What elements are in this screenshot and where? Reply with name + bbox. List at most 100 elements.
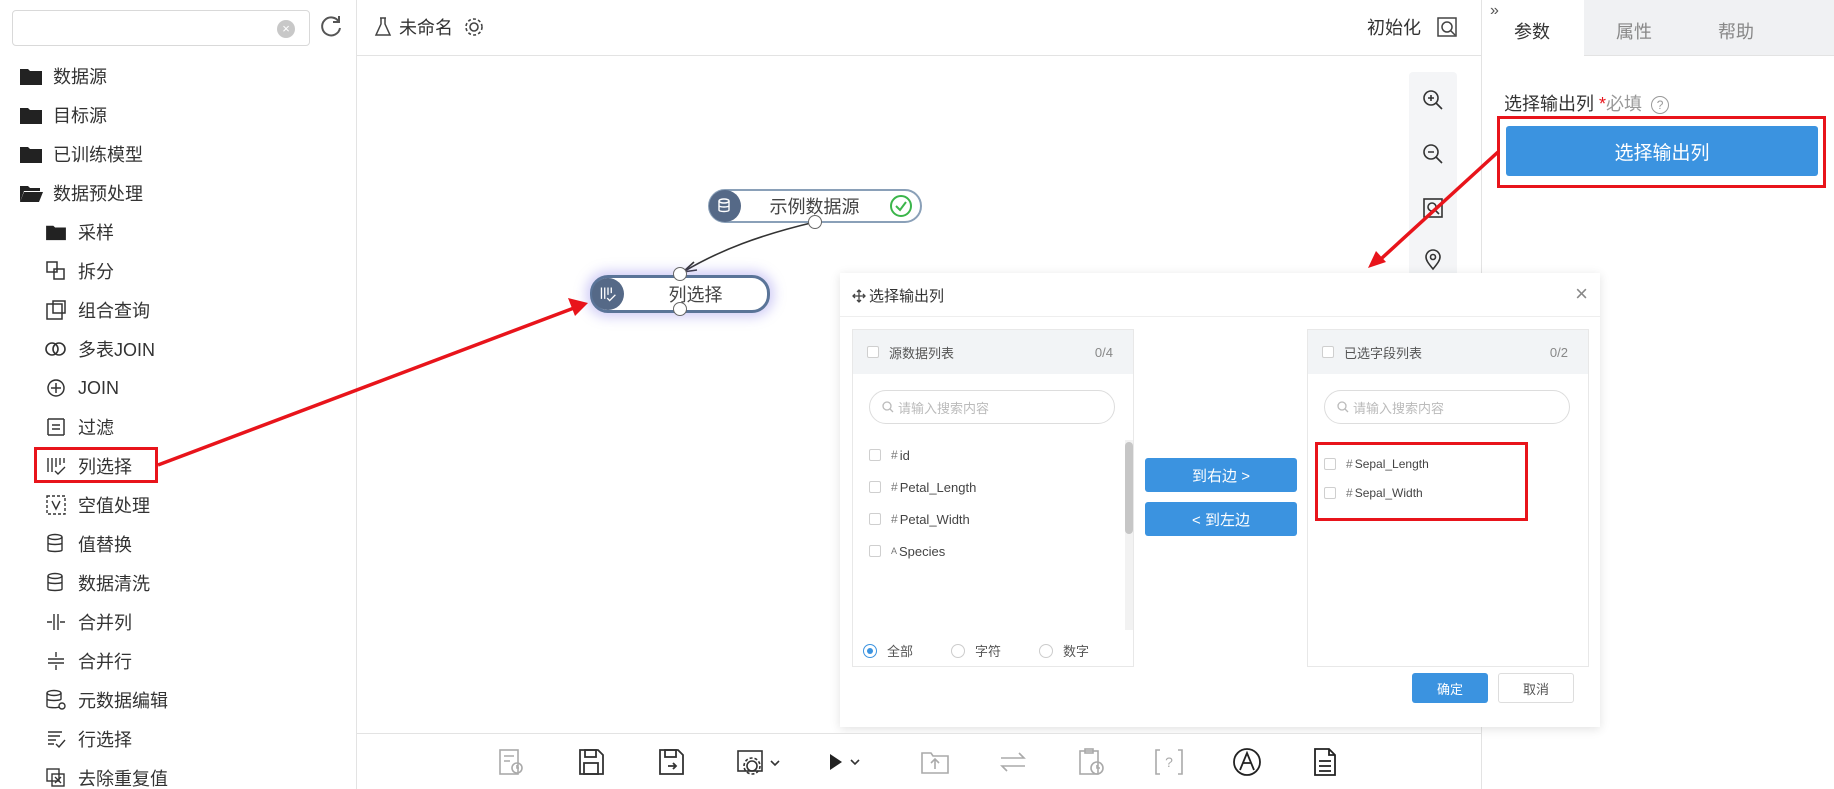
- numeric-type-icon: #: [891, 448, 898, 462]
- svg-text:?: ?: [1165, 754, 1173, 770]
- tree-item-label: 值替换: [78, 535, 132, 555]
- filter-string[interactable]: 字符: [951, 641, 1001, 660]
- select-all-checkbox[interactable]: [867, 346, 879, 358]
- component-sidebar: × 数据源 目标源 已训练模型 数据预处理 采样 拆分 组合查询 多表JOIN …: [0, 0, 357, 789]
- preview-search-icon[interactable]: [1435, 15, 1459, 39]
- selected-list-title: 已选字段列表: [1344, 345, 1423, 361]
- merge-columns-icon: [44, 610, 68, 634]
- tree-folder-preprocessing[interactable]: 数据预处理: [18, 178, 143, 208]
- model-icon[interactable]: [1231, 746, 1263, 778]
- tree-item-combine-query[interactable]: 组合查询: [44, 295, 150, 325]
- ok-button[interactable]: 确定: [1412, 673, 1488, 703]
- success-check-icon: [890, 195, 912, 217]
- filter-number[interactable]: 数字: [1039, 641, 1089, 660]
- select-all-checkbox[interactable]: [1322, 346, 1334, 358]
- zoom-in-icon[interactable]: [1421, 88, 1445, 112]
- clear-icon[interactable]: ×: [277, 20, 295, 38]
- required-text: 必填: [1606, 94, 1643, 114]
- tree-item-merge-rows[interactable]: 合并行: [44, 646, 132, 676]
- tree-item-merge-columns[interactable]: 合并列: [44, 607, 132, 637]
- field-checkbox[interactable]: [869, 513, 881, 525]
- tree-item-dedupe[interactable]: 去除重复值: [44, 763, 168, 789]
- tree-item-label: 数据清洗: [78, 574, 150, 594]
- value-replace-icon: [44, 532, 68, 556]
- tree-item-label: 合并列: [78, 613, 132, 633]
- tree-folder-label: 数据预处理: [53, 184, 143, 204]
- export-folder-icon[interactable]: [919, 746, 951, 778]
- init-button[interactable]: 初始化: [1367, 14, 1459, 40]
- search-icon: [882, 401, 894, 413]
- field-checkbox[interactable]: [869, 481, 881, 493]
- field-row[interactable]: # Petal_Width: [869, 508, 970, 530]
- tree-folder-label: 已训练模型: [53, 145, 143, 165]
- save-as-icon[interactable]: [655, 746, 687, 778]
- tree-item-label: 元数据编辑: [78, 691, 168, 711]
- source-list-header: 源数据列表 0/4: [853, 330, 1133, 374]
- fit-view-icon[interactable]: [1421, 196, 1445, 220]
- panel-tabs: » 参数 属性 帮助: [1482, 0, 1834, 57]
- tab-help[interactable]: 帮助: [1718, 18, 1754, 44]
- collapse-icon[interactable]: »: [1490, 2, 1499, 20]
- output-port[interactable]: [673, 302, 687, 316]
- tree-item-join[interactable]: JOIN: [44, 373, 119, 403]
- locate-icon[interactable]: [1421, 248, 1445, 272]
- output-columns-label: 选择输出列 *必填 ?: [1504, 90, 1670, 116]
- tree-item-label: 采样: [78, 223, 114, 243]
- move-left-button[interactable]: < 到左边: [1145, 502, 1297, 536]
- radio-selected-icon: [863, 643, 877, 658]
- tree-item-value-replace[interactable]: 值替换: [44, 529, 132, 559]
- tree-item-multi-join[interactable]: 多表JOIN: [44, 334, 155, 364]
- cancel-button[interactable]: 取消: [1498, 673, 1574, 703]
- component-search-box[interactable]: ×: [12, 10, 310, 46]
- filter-all[interactable]: 全部: [863, 641, 913, 660]
- scrollbar-thumb[interactable]: [1125, 442, 1133, 534]
- tree-item-sample[interactable]: 采样: [44, 217, 114, 247]
- zoom-out-icon[interactable]: [1421, 142, 1445, 166]
- tab-properties[interactable]: 属性: [1616, 18, 1652, 44]
- unknown-node-icon[interactable]: ?: [1153, 746, 1185, 778]
- field-row[interactable]: # id: [869, 444, 910, 466]
- output-port[interactable]: [808, 215, 822, 229]
- tree-item-filter[interactable]: 过滤: [44, 412, 114, 442]
- tree-folder-datasource[interactable]: 数据源: [18, 61, 107, 91]
- tree-item-data-clean[interactable]: 数据清洗: [44, 568, 150, 598]
- save-icon[interactable]: [575, 746, 607, 778]
- bottom-toolbar: ?: [357, 733, 1481, 789]
- help-icon[interactable]: ?: [1651, 96, 1670, 115]
- filter-label: 全部: [887, 644, 914, 659]
- tree-item-row-select[interactable]: 行选择: [44, 724, 132, 754]
- tree-folder-target[interactable]: 目标源: [18, 100, 107, 130]
- input-port[interactable]: [673, 267, 687, 281]
- component-search-input[interactable]: [21, 11, 271, 45]
- task-schedule-icon[interactable]: [1075, 746, 1107, 778]
- tree-item-null-handling[interactable]: 空值处理: [44, 490, 150, 520]
- gear-icon[interactable]: [463, 16, 485, 38]
- tree-item-metadata-edit[interactable]: 元数据编辑: [44, 685, 168, 715]
- field-row[interactable]: A Species: [869, 540, 945, 562]
- tree-folder-trained-models[interactable]: 已训练模型: [18, 139, 143, 169]
- field-checkbox[interactable]: [869, 449, 881, 461]
- settings-dropdown-icon[interactable]: [735, 746, 783, 778]
- split-icon: [44, 259, 68, 283]
- tab-params[interactable]: 参数: [1514, 18, 1550, 44]
- source-search-input[interactable]: 请输入搜索内容: [869, 390, 1115, 424]
- top-toolbar: 未命名 初始化: [357, 0, 1481, 56]
- multi-join-icon: [44, 337, 68, 361]
- radio-icon: [951, 643, 966, 658]
- field-checkbox[interactable]: [869, 545, 881, 557]
- refresh-icon[interactable]: [318, 13, 344, 39]
- schedule-icon[interactable]: [495, 746, 527, 778]
- filter-label: 字符: [975, 644, 1002, 659]
- document-icon[interactable]: [1309, 746, 1341, 778]
- tree-item-split[interactable]: 拆分: [44, 256, 114, 286]
- selected-search-input[interactable]: 请输入搜索内容: [1324, 390, 1570, 424]
- switch-icon[interactable]: [997, 746, 1029, 778]
- run-dropdown-icon[interactable]: [825, 746, 865, 778]
- field-name: Petal_Length: [899, 479, 977, 495]
- field-row[interactable]: # Petal_Length: [869, 476, 976, 498]
- highlight-column-select: [34, 447, 158, 483]
- close-icon[interactable]: ×: [1575, 281, 1588, 307]
- move-right-button[interactable]: 到右边 >: [1145, 458, 1297, 492]
- workflow-title[interactable]: 未命名: [373, 14, 485, 40]
- tree-item-label: 组合查询: [78, 301, 150, 321]
